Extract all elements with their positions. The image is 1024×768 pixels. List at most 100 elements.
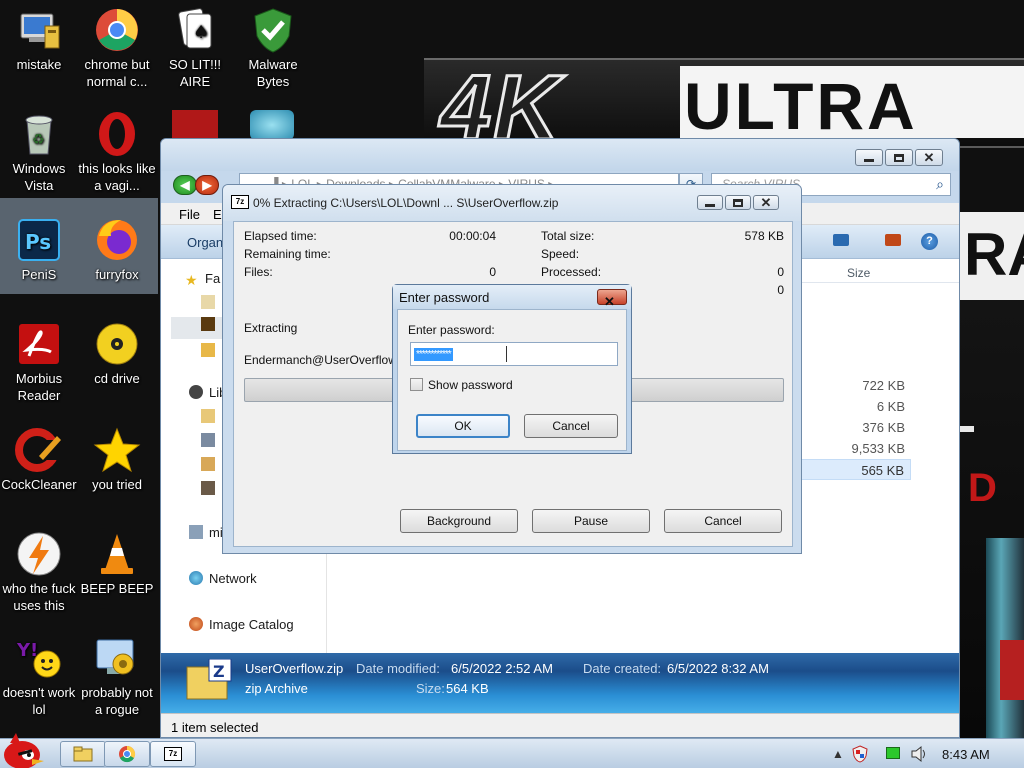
file-size-cell: 722 KB [862, 378, 905, 393]
minimize-button[interactable] [855, 149, 883, 166]
desktop-icon-label: furryfox [95, 267, 139, 282]
network-status-icon[interactable] [886, 747, 900, 759]
security-shield-icon[interactable] [852, 745, 868, 763]
cards-icon: ♠ [171, 6, 219, 54]
minimize-button[interactable] [697, 195, 723, 210]
text-cursor [506, 346, 507, 362]
show-hidden-icons-button[interactable]: ▲ [832, 747, 844, 761]
volume-icon[interactable] [910, 745, 928, 763]
desktop-icon-mistake[interactable]: mistake [0, 6, 78, 73]
menu-file[interactable]: File [179, 207, 200, 222]
show-password-label[interactable]: Show password [428, 378, 513, 392]
vlc-cone-icon [93, 530, 141, 578]
organize-button[interactable]: Organ [187, 235, 223, 250]
show-password-checkbox[interactable] [410, 378, 423, 391]
minimize-icon [864, 159, 874, 162]
nav-lib-pictures[interactable] [201, 457, 221, 472]
desktop-icon-opera[interactable]: this looks like a vagi... [78, 110, 156, 194]
nav-fav-item-3[interactable] [201, 343, 221, 358]
extract-dialog-title: 0% Extracting C:\Users\LOL\Downl ... S\U… [253, 196, 559, 210]
nav-lib-videos[interactable] [201, 481, 221, 496]
details-modified-label: Date modified: [356, 661, 440, 676]
password-input[interactable]: ************ [410, 342, 618, 366]
nav-favorites[interactable]: ★ Fa [185, 271, 220, 288]
folder-icon [201, 295, 215, 309]
taskbar-chrome-button[interactable] [104, 741, 150, 767]
desktop-icon-ccleaner[interactable]: CockCleaner [0, 426, 78, 493]
forward-button[interactable]: ▶ [195, 175, 219, 195]
taskbar-explorer-button[interactable] [60, 741, 106, 767]
nav-network-label: Network [209, 571, 257, 586]
ratio-value: 0 [777, 283, 784, 297]
desktop-icon-label: doesn't work lol [2, 685, 76, 717]
music-icon [201, 433, 215, 447]
file-size-cell: 9,533 KB [851, 441, 906, 456]
search-icon[interactable]: ⌕ [936, 174, 944, 195]
details-pane: Z UserOverflow.zip zip Archive Date modi… [161, 653, 959, 713]
desktop-icon-yahoo[interactable]: Y! doesn't work lol [0, 634, 78, 718]
password-dialog-title: Enter password [399, 290, 490, 305]
speed-label: Speed: [541, 247, 580, 261]
preview-pane-icon[interactable] [885, 234, 901, 246]
desktop-icon-vlc[interactable]: BEEP BEEP [78, 530, 156, 597]
total-size-value: 578 KB [744, 229, 784, 243]
explorer-titlebar[interactable]: ✕ [161, 139, 959, 171]
background-button[interactable]: Background [400, 509, 518, 533]
password-dialog[interactable]: Enter password ✕ Enter password: *******… [392, 284, 632, 454]
desktop-icon-solitaire[interactable]: ♠ SO LIT!!! AIRE [156, 6, 234, 90]
password-cancel-button[interactable]: Cancel [524, 414, 618, 438]
desktop-icon-you-tried[interactable]: you tried [78, 426, 156, 493]
desktop-icon-malwarebytes[interactable]: Malware Bytes [234, 6, 312, 90]
desktop-icon-label: Malware Bytes [248, 57, 298, 89]
gear-monitor-icon [93, 634, 141, 682]
nav-lib-documents[interactable] [201, 409, 221, 424]
start-button[interactable] [0, 731, 52, 768]
close-icon: ✕ [760, 194, 772, 210]
password-dialog-close-button[interactable]: ✕ [597, 289, 627, 309]
nav-libraries[interactable]: Lib [189, 385, 226, 400]
desktop-icon-label: who the fuck uses this [2, 581, 76, 613]
details-filename: UserOverflow.zip [245, 661, 344, 676]
desktop-icon-label: cd drive [94, 371, 140, 386]
ok-button[interactable]: OK [416, 414, 510, 438]
taskbar: 7z ▲ 8:43 AM [0, 733, 1024, 768]
nav-network[interactable]: Network [189, 571, 257, 586]
star-icon: ★ [185, 272, 198, 288]
desktop-icon-chrome[interactable]: chrome but normal c... [78, 6, 156, 90]
taskbar-clock[interactable]: 8:43 AM [942, 747, 990, 762]
back-button[interactable]: ◀ [173, 175, 197, 195]
shield-icon [249, 6, 297, 54]
password-input-value: ************ [414, 348, 453, 361]
desktop-icon-photoshop[interactable]: Ps PeniS [0, 216, 78, 283]
desktop-icon-firefox[interactable]: furryfox [78, 216, 156, 283]
close-button[interactable]: ✕ [753, 195, 779, 210]
taskbar-7zip-button[interactable]: 7z [150, 741, 196, 767]
file-size-cell: 6 KB [876, 399, 905, 414]
elapsed-time-value: 00:00:04 [449, 229, 496, 243]
nav-lib-music[interactable] [201, 433, 221, 448]
desktop-icon-cd-drive[interactable]: cd drive [78, 320, 156, 387]
forward-arrow-icon: ▶ [202, 178, 212, 192]
cancel-button[interactable]: Cancel [664, 509, 782, 533]
maximize-button[interactable] [885, 149, 913, 166]
desktop-icon-label: this looks like a vagi... [78, 161, 156, 193]
nav-homegroup[interactable]: mi [189, 525, 223, 540]
opera-icon [93, 110, 141, 158]
extract-dialog-titlebar[interactable]: 7z 0% Extracting C:\Users\LOL\Downl ... … [223, 185, 801, 221]
view-options-icon[interactable] [833, 234, 849, 246]
maximize-button[interactable] [725, 195, 751, 210]
column-size[interactable]: Size [847, 266, 870, 280]
close-button[interactable]: ✕ [915, 149, 943, 166]
nav-image-catalog[interactable]: Image Catalog [189, 617, 294, 632]
help-icon[interactable]: ? [921, 233, 938, 250]
desktop-icon-rogue[interactable]: probably not a rogue [78, 634, 156, 718]
pause-button[interactable]: Pause [532, 509, 650, 533]
star-icon [93, 426, 141, 474]
desktop-icon-windows-vista[interactable]: ♻ Windows Vista [0, 110, 78, 194]
desktop-icon-n-partial[interactable] [250, 110, 294, 140]
desktop-icon-flash-partial[interactable] [172, 110, 218, 140]
desktop-icon-morbius-reader[interactable]: Morbius Reader [0, 320, 78, 404]
desktop-icon-winamp[interactable]: who the fuck uses this [0, 530, 78, 614]
password-dialog-titlebar[interactable]: Enter password ✕ [393, 285, 631, 309]
nav-fav-item-1[interactable] [201, 295, 221, 310]
